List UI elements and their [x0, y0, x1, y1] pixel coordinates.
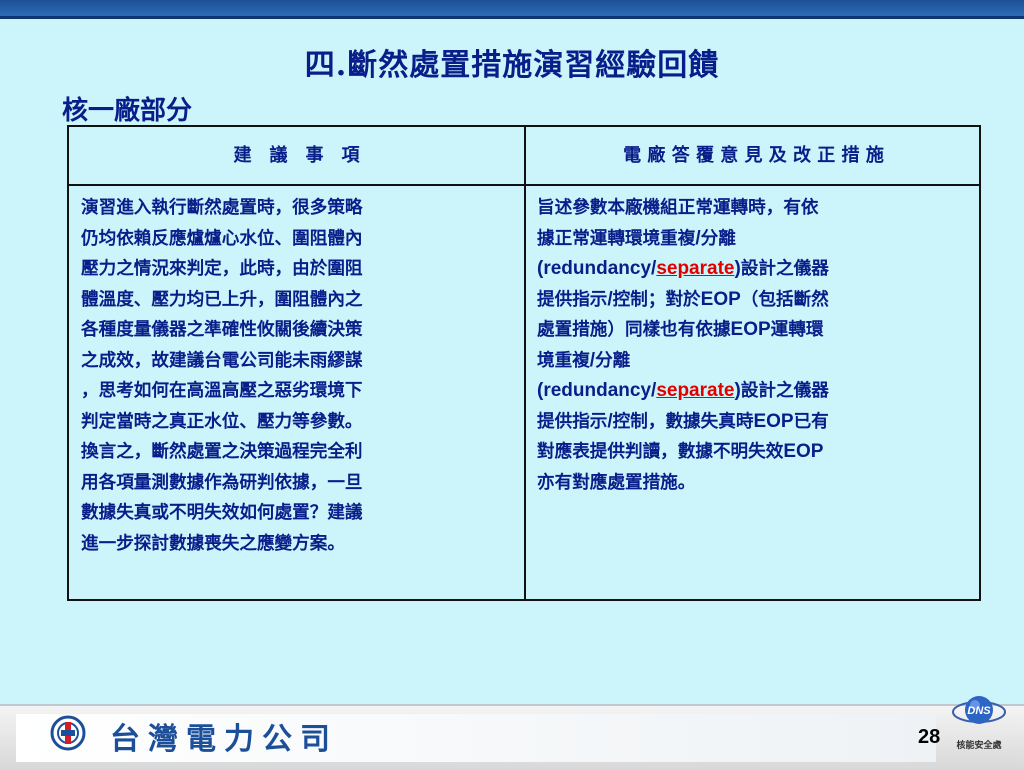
header-response: 電 廠 答 覆 意 見 及 改 正 措 施 — [623, 145, 884, 166]
response-text: 亦有對應處置措施。 — [537, 471, 696, 493]
response-text: 提供指示 — [537, 410, 608, 432]
suggestion-line: 仍均依賴反應爐爐心水位、圍阻體內 — [81, 227, 363, 249]
response-text: 運轉環 — [770, 319, 824, 340]
response-text: 提供指示 — [537, 288, 608, 310]
response-line: 境重複/分離 — [537, 346, 967, 377]
column-divider — [524, 127, 526, 599]
header-suggestions: 建 議 事 項 — [233, 145, 360, 166]
suggestion-line: 體溫度、壓力均已上升，圍阻體內之 — [81, 288, 363, 310]
response-text: 設計之儀器 — [740, 258, 829, 279]
response-text: EOP — [700, 288, 741, 310]
response-line: 處置措施）同樣也有依據EOP運轉環 — [537, 315, 967, 346]
response-line: (redundancy/separate)設計之儀器 — [537, 254, 967, 285]
response-text: 已有 — [793, 410, 829, 432]
slide-title: 四.斷然處置措施演習經驗回饋 — [304, 48, 720, 83]
response-text: 境重複 — [537, 349, 590, 371]
suggestion-line: ，思考如何在高溫高壓之惡劣環境下 — [81, 380, 363, 401]
response-line: 提供指示/控制，數據失真時EOP已有 — [537, 407, 967, 438]
section-label: 核一廠部分 — [62, 96, 193, 126]
suggestion-line: 演習進入執行斷然處置時，很多策略 — [81, 197, 363, 218]
separate-highlight: separate — [656, 380, 735, 401]
response-line: (redundancy/separate)設計之儀器 — [537, 376, 967, 407]
suggestion-line: 用各項量測數據作為研判依據，一旦 — [81, 471, 363, 493]
response-line: 旨述參數本廠機組正常運轉時，有依 — [537, 193, 967, 224]
page-number: 28 — [918, 726, 941, 748]
response-text: 控制；對於 — [612, 288, 701, 310]
response-text: (redundancy/ — [537, 258, 657, 279]
response-text: EOP — [730, 319, 771, 340]
response-text: EOP — [753, 410, 794, 432]
response-line: 亦有對應處置措施。 — [537, 468, 967, 499]
company-name: 台灣電力公司 — [110, 722, 338, 757]
response-text: 處置措施）同樣也有依據 — [537, 319, 731, 340]
top-banner — [0, 0, 1024, 19]
dns-badge-icon: DNS — [952, 696, 1006, 724]
taipower-logo-icon — [50, 715, 86, 751]
suggestion-line: 進一步探討數據喪失之應變方案。 — [81, 532, 345, 554]
feedback-table: 建 議 事 項 電 廠 答 覆 意 見 及 改 正 措 施 演習進入執行斷然處置… — [67, 125, 981, 601]
badge-caption: 核能安全處 — [956, 741, 1002, 751]
badge-logo-text: DNS — [967, 705, 991, 717]
response-line: 據正常運轉環境重複/分離 — [537, 224, 967, 255]
suggestion-line: 壓力之情況來判定，此時，由於圍阻 — [81, 258, 363, 279]
response-text: EOP — [783, 441, 824, 462]
response-text: 分離 — [595, 349, 631, 371]
response-text: 對應表提供判讀，數據不明失效 — [537, 441, 784, 462]
suggestion-line: 數據失真或不明失效如何處置？建議 — [81, 502, 363, 523]
suggestion-line: 之成效，故建議台電公司能未雨繆謀 — [81, 349, 363, 371]
response-cell: 旨述參數本廠機組正常運轉時，有依 據正常運轉環境重複/分離 (redundanc… — [537, 193, 967, 498]
suggestion-cell: 演習進入執行斷然處置時，很多策略 仍均依賴反應爐爐心水位、圍阻體內 壓力之情況來… — [81, 193, 501, 559]
response-text: 設計之儀器 — [740, 380, 829, 401]
suggestion-line: 各種度量儀器之準確性攸關後續決策 — [81, 319, 363, 340]
response-text: 分離 — [700, 227, 736, 249]
suggestion-line: 換言之，斷然處置之決策過程完全利 — [81, 441, 363, 462]
response-line: 對應表提供判讀，數據不明失效EOP — [537, 437, 967, 468]
response-text: 旨述參數本廠機組正常運轉時，有依 — [537, 197, 819, 218]
response-line: 提供指示/控制；對於EOP（包括斷然 — [537, 285, 967, 316]
separate-highlight: separate — [656, 258, 735, 279]
response-text: 據正常運轉環境重複 — [537, 227, 696, 249]
suggestion-line: 判定當時之真正水位、壓力等參數。 — [81, 410, 363, 432]
response-text: 控制，數據失真時 — [612, 410, 754, 432]
response-text: (redundancy/ — [537, 380, 657, 401]
response-text: （包括斷然 — [740, 288, 829, 310]
